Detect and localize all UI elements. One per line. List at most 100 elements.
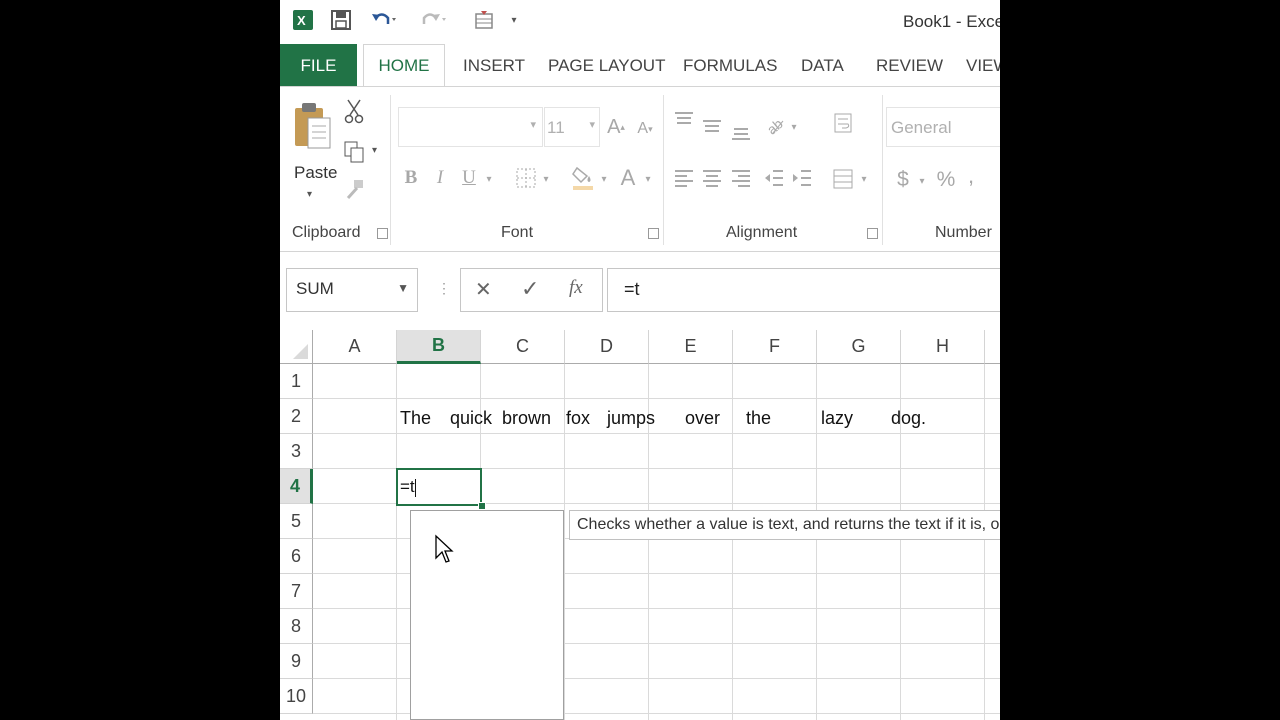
borders-icon[interactable]	[514, 165, 538, 191]
formula-buttons: ✕ ✓ fx	[460, 268, 603, 312]
paste-icon[interactable]	[292, 99, 334, 159]
row-header-10[interactable]: 10	[280, 679, 313, 714]
row-header-4[interactable]: 4	[280, 469, 313, 504]
tab-page-layout[interactable]: PAGE LAYOUT	[548, 44, 665, 87]
copy-dropdown-icon[interactable]: ▾	[372, 145, 377, 156]
column-header-f[interactable]: F	[733, 330, 817, 364]
font-dialog-launcher-icon[interactable]	[648, 228, 659, 239]
paste-dropdown-icon[interactable]: ▾	[307, 189, 312, 200]
row-header-3[interactable]: 3	[280, 434, 313, 469]
tab-file[interactable]: FILE	[280, 44, 357, 87]
grid-line	[313, 433, 1000, 434]
font-name-box[interactable]: ▾	[398, 107, 543, 147]
enter-button[interactable]: ✓	[521, 276, 539, 302]
name-box-dropdown-icon[interactable]: ▼	[397, 281, 409, 295]
form-icon[interactable]	[470, 6, 498, 34]
underline-dropdown-icon[interactable]: ▾	[483, 169, 495, 189]
excel-logo-icon: X	[290, 6, 316, 34]
font-group-label: Font	[501, 224, 534, 241]
column-header-h[interactable]: H	[901, 330, 985, 364]
cell-b2-text: The	[400, 408, 432, 428]
borders-dropdown-icon[interactable]: ▾	[540, 169, 552, 189]
bold-button[interactable]: B	[400, 163, 422, 193]
currency-dropdown-icon[interactable]: ▾	[916, 171, 928, 191]
paste-label[interactable]: Paste	[294, 163, 337, 183]
active-cell-b4[interactable]: =t	[396, 468, 482, 506]
wrap-text-icon[interactable]	[830, 109, 856, 137]
font-color-dropdown-icon[interactable]: ▾	[642, 169, 654, 189]
tab-view[interactable]: VIEW	[966, 44, 1000, 87]
font-color-icon[interactable]: A	[616, 163, 640, 193]
worksheet-grid[interactable]: A B C D E F G H 1 2 3 4 5 6 7 8 9 10 The…	[280, 330, 1000, 720]
cut-icon[interactable]	[342, 97, 366, 125]
select-all-button[interactable]	[280, 330, 313, 364]
formula-bar-splitter-icon[interactable]: ⋮	[437, 280, 451, 297]
underline-button[interactable]: U	[458, 163, 480, 193]
customize-qat-icon[interactable]: ▾	[506, 6, 522, 34]
number-format-box[interactable]: General	[886, 107, 1000, 147]
row-header-9[interactable]: 9	[280, 644, 313, 679]
fill-color-icon[interactable]	[570, 163, 596, 193]
window-title: Book1 - Excel	[903, 12, 1000, 31]
excel-window: X ▾ Book1 - Excel FILE HOME INSERT PAGE …	[280, 0, 1000, 720]
format-painter-icon[interactable]	[342, 177, 366, 203]
top-align-icon[interactable]	[672, 107, 696, 133]
svg-text:X: X	[297, 13, 306, 28]
column-header-a[interactable]: A	[313, 330, 397, 364]
decrease-font-icon[interactable]: A ▾	[634, 113, 656, 145]
middle-align-icon[interactable]	[700, 113, 724, 139]
column-header-c[interactable]: C	[481, 330, 565, 364]
save-icon[interactable]	[328, 6, 354, 34]
grid-line	[313, 398, 1000, 399]
column-header-i[interactable]	[985, 330, 1000, 364]
comma-button[interactable]: ,	[964, 161, 978, 191]
bottom-align-icon[interactable]	[729, 119, 753, 145]
tab-review[interactable]: REVIEW	[876, 44, 943, 87]
tab-data[interactable]: DATA	[801, 44, 844, 87]
row-header-8[interactable]: 8	[280, 609, 313, 644]
row-header-7[interactable]: 7	[280, 574, 313, 609]
increase-font-icon[interactable]: A ▴	[605, 111, 627, 143]
clipboard-dialog-launcher-icon[interactable]	[377, 228, 388, 239]
decrease-indent-icon[interactable]	[762, 165, 786, 191]
alignment-dialog-launcher-icon[interactable]	[867, 228, 878, 239]
orientation-icon[interactable]: ab	[762, 111, 788, 139]
insert-function-button[interactable]: fx	[569, 277, 583, 299]
merge-center-dropdown-icon[interactable]: ▾	[858, 169, 870, 189]
cell-d2-text: fox	[566, 408, 591, 428]
cancel-button[interactable]: ✕	[475, 277, 492, 302]
group-separator	[882, 95, 883, 245]
column-header-e[interactable]: E	[649, 330, 733, 364]
tab-home[interactable]: HOME	[363, 44, 445, 87]
font-name-dropdown-icon[interactable]: ▾	[530, 118, 536, 131]
copy-icon[interactable]	[342, 139, 366, 165]
increase-indent-icon[interactable]	[790, 165, 814, 191]
tab-insert[interactable]: INSERT	[463, 44, 525, 87]
merge-center-icon[interactable]	[830, 165, 856, 193]
currency-button[interactable]: $	[894, 165, 912, 195]
row-header-2[interactable]: 2	[280, 399, 313, 434]
percent-button[interactable]: %	[934, 165, 958, 195]
svg-text:ab: ab	[764, 115, 786, 137]
orientation-dropdown-icon[interactable]: ▾	[788, 117, 800, 137]
cell-b2-text: quick	[450, 408, 493, 428]
formula-input[interactable]: =t	[607, 268, 1000, 312]
fill-handle[interactable]	[478, 502, 486, 510]
align-right-icon[interactable]	[729, 165, 753, 191]
column-header-d[interactable]: D	[565, 330, 649, 364]
fill-color-dropdown-icon[interactable]: ▾	[598, 169, 610, 189]
name-box[interactable]: SUM ▼	[286, 268, 418, 312]
align-left-icon[interactable]	[672, 165, 696, 191]
row-header-5[interactable]: 5	[280, 504, 313, 539]
italic-button[interactable]: I	[429, 163, 451, 193]
align-center-icon[interactable]	[700, 165, 724, 191]
redo-icon[interactable]	[418, 6, 452, 34]
undo-icon[interactable]	[368, 6, 402, 34]
tab-formulas[interactable]: FORMULAS	[683, 44, 777, 87]
font-size-box[interactable]: 11 ▾	[544, 107, 600, 147]
row-header-1[interactable]: 1	[280, 364, 313, 399]
column-header-g[interactable]: G	[817, 330, 901, 364]
row-header-6[interactable]: 6	[280, 539, 313, 574]
font-size-dropdown-icon[interactable]: ▾	[589, 118, 595, 131]
column-header-b[interactable]: B	[397, 330, 481, 364]
